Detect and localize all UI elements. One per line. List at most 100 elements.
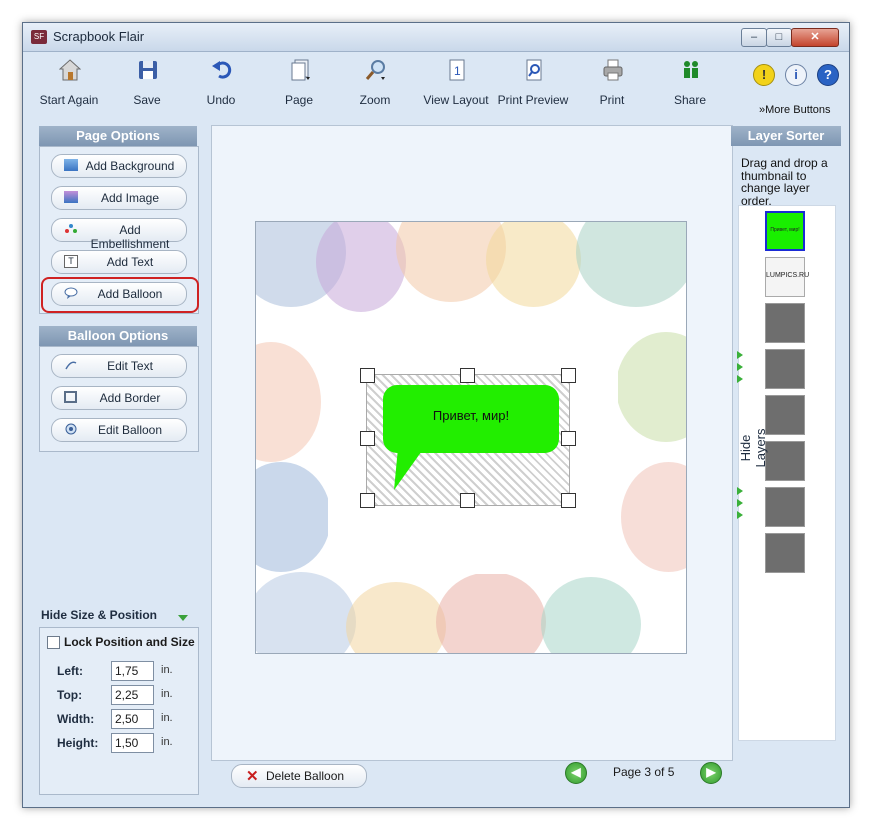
layer-thumbnail[interactable]: Привет, мир! (765, 211, 805, 251)
toolbar-label: Print (599, 93, 625, 107)
print-preview-button[interactable]: Print Preview (493, 56, 573, 112)
thumbnail-text: Привет, мир! (770, 227, 800, 233)
image-icon (64, 191, 78, 203)
resize-handle[interactable] (360, 493, 375, 508)
unit-label: in. (161, 712, 173, 724)
resize-handle[interactable] (561, 431, 576, 446)
close-button[interactable]: ✕ (791, 28, 839, 47)
save-button[interactable]: Save (107, 56, 187, 112)
resize-handle[interactable] (460, 493, 475, 508)
toolbar-label: Save (133, 93, 161, 107)
resize-handle[interactable] (360, 368, 375, 383)
hide-layers-toggle[interactable]: Hide Layers (738, 418, 768, 478)
print-button[interactable]: Print (572, 56, 652, 112)
undo-button[interactable]: Undo (181, 56, 261, 112)
add-background-button[interactable]: Add Background (51, 154, 187, 178)
scrapbook-page[interactable]: Привет, мир! (255, 221, 687, 654)
zoom-button[interactable]: Zoom (335, 56, 415, 112)
resize-handle[interactable] (460, 368, 475, 383)
toolbar-label: Share (673, 93, 707, 107)
layer-thumbnail[interactable]: LUMPICS.RU (765, 257, 809, 297)
button-label: Edit Balloon (97, 423, 163, 437)
add-embellishment-button[interactable]: Add Embellishment (51, 218, 187, 251)
top-label: Top: (57, 688, 83, 702)
toolbar: Start Again Save Undo Page Zoom 1 View L… (23, 52, 849, 116)
layer-thumbnail[interactable] (765, 395, 805, 435)
print-preview-icon (526, 59, 542, 81)
hide-size-position-toggle[interactable]: Hide Size & Position (41, 608, 157, 622)
edit-balloon-icon (64, 423, 78, 435)
button-label: Add Background (85, 159, 175, 173)
delete-icon: ✕ (246, 768, 259, 785)
layer-thumbnail[interactable] (765, 441, 805, 481)
edit-text-button[interactable]: Edit Text (51, 354, 187, 378)
expand-arrow-icon (737, 351, 743, 359)
delete-balloon-button[interactable]: ✕ Delete Balloon (231, 764, 367, 788)
next-page-button[interactable]: ▶ (700, 762, 722, 784)
resize-handle[interactable] (561, 493, 576, 508)
page-button[interactable]: Page (259, 56, 339, 112)
edit-balloon-button[interactable]: Edit Balloon (51, 418, 187, 442)
unit-label: in. (161, 688, 173, 700)
app-icon: SF (31, 30, 47, 44)
layout-icon: 1 (449, 59, 465, 81)
more-buttons-link[interactable]: »More Buttons (759, 104, 831, 116)
collapse-arrow-icon[interactable] (178, 615, 188, 621)
view-layout-button[interactable]: 1 View Layout (416, 56, 496, 112)
height-input[interactable]: 1,50 (111, 733, 154, 753)
printer-icon (603, 59, 623, 81)
decor-patch (576, 222, 686, 307)
unit-label: in. (161, 664, 173, 676)
layer-thumbnail[interactable] (765, 487, 805, 527)
page-icon (291, 59, 310, 81)
add-image-button[interactable]: Add Image (51, 186, 187, 210)
delete-label: Delete Balloon (266, 769, 345, 783)
floppy-disk-icon (139, 61, 157, 79)
layer-thumbnail[interactable] (765, 303, 805, 343)
resize-handle[interactable] (360, 431, 375, 446)
width-input[interactable]: 2,50 (111, 709, 154, 729)
previous-page-button[interactable]: ◀ (565, 762, 587, 784)
height-label: Height: (57, 736, 99, 750)
minimize-button[interactable]: – (741, 28, 767, 47)
help-icon[interactable]: ? (817, 64, 839, 86)
window-title: Scrapbook Flair (53, 29, 145, 44)
svg-text:1: 1 (454, 64, 461, 78)
background-icon (64, 159, 78, 171)
left-label: Left: (57, 664, 83, 678)
decor-patch (256, 342, 321, 462)
text-icon: T (64, 255, 78, 268)
start-again-button[interactable]: Start Again (29, 56, 109, 112)
layer-thumbnail[interactable] (765, 349, 805, 389)
maximize-button[interactable]: □ (766, 28, 792, 47)
layer-sorter-header: Layer Sorter (731, 126, 841, 146)
lock-checkbox[interactable] (47, 636, 60, 649)
balloon-options-header: Balloon Options (39, 326, 197, 346)
page-options-header: Page Options (39, 126, 197, 146)
decor-patch (621, 462, 686, 572)
decor-patch (541, 577, 641, 653)
magnifier-icon (365, 60, 385, 80)
info-icon[interactable]: i (785, 64, 807, 86)
unit-label: in. (161, 736, 173, 748)
decor-patch (256, 462, 331, 572)
top-input[interactable]: 2,25 (111, 685, 154, 705)
balloon-text: Привет, мир! (432, 408, 510, 423)
expand-arrow-icon (737, 363, 743, 371)
decor-patch (256, 572, 356, 653)
add-border-button[interactable]: Add Border (51, 386, 187, 410)
button-label: Edit Text (107, 359, 153, 373)
left-input[interactable]: 1,75 (111, 661, 154, 681)
resize-handle[interactable] (561, 368, 576, 383)
expand-arrow-icon (737, 511, 743, 519)
share-button[interactable]: Share (650, 56, 730, 112)
tip-icon[interactable]: ! (753, 64, 775, 86)
button-label: Add Border (99, 391, 161, 405)
add-text-button[interactable]: T Add Text (51, 250, 187, 274)
page-indicator: Page 3 of 5 (613, 765, 675, 779)
toolbar-label: Start Again (39, 93, 99, 107)
layer-thumbnail[interactable] (765, 533, 805, 573)
toolbar-label: Undo (206, 93, 236, 107)
house-icon (59, 59, 81, 81)
decor-patch (346, 582, 446, 653)
